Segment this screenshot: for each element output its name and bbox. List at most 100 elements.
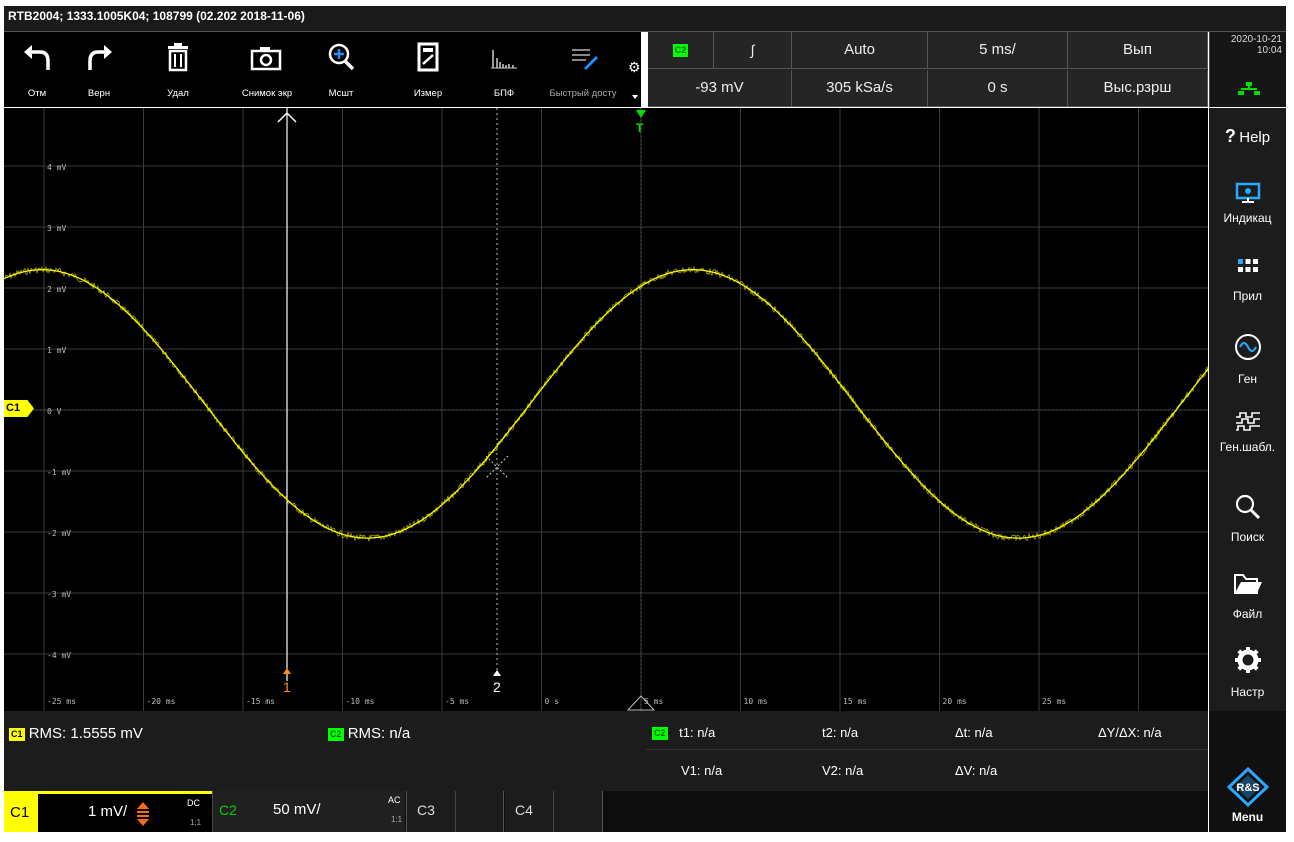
- toolbar-expand-icon[interactable]: [632, 95, 638, 99]
- c1-rms-measurement[interactable]: C1 RMS: 1.5555 mV: [9, 725, 143, 742]
- network-icon: [1238, 82, 1260, 95]
- cursor-source-badge: C2: [652, 727, 668, 741]
- x-axis-label: -25 ms: [47, 697, 76, 706]
- measurement-divider: [646, 749, 1208, 750]
- apps-button[interactable]: Прил: [1209, 258, 1286, 318]
- channel-c4-name: C4: [515, 802, 533, 818]
- title-bar: RTB2004; 1333.1005K04; 108799 (02.202 20…: [4, 6, 1286, 32]
- cursor-v1-value: V1: n/a: [681, 763, 723, 778]
- graticule: [4, 108, 1208, 711]
- channel-c2-tab[interactable]: C2 50 mV/ AC 1:1: [212, 791, 405, 832]
- display-icon: [1235, 182, 1260, 203]
- pattern-generator-icon: [1235, 412, 1260, 431]
- settings-button[interactable]: Настр: [1209, 646, 1286, 708]
- y-axis-label: 3 mV: [47, 224, 66, 233]
- cursor-t1-value: t1: n/a: [679, 725, 716, 740]
- generator-icon: [1234, 334, 1261, 360]
- help-label: Help: [1239, 129, 1271, 146]
- search-button[interactable]: Поиск: [1209, 493, 1286, 555]
- channel-c3-name: C3: [417, 802, 435, 818]
- file-button[interactable]: Файл: [1209, 570, 1286, 632]
- generator-button[interactable]: Ген: [1209, 333, 1286, 395]
- acquisition-panel: C2 ∫ -93 mV Auto 305 kSa/s 5 ms/ 0 s Вып…: [648, 32, 1208, 107]
- screenshot-button[interactable]: Снимок экр: [235, 32, 299, 107]
- pattern-generator-button[interactable]: Ген.шабл.: [1209, 411, 1286, 471]
- trigger-source-cell[interactable]: C2: [648, 32, 714, 69]
- channel-c1-probe: 1:1: [190, 818, 202, 827]
- cursor-1-bottom-marker[interactable]: [283, 668, 291, 674]
- gear-icon: [1234, 647, 1261, 673]
- x-axis-label: 5 ms: [644, 697, 663, 706]
- quick-access-icon: [572, 49, 598, 70]
- acquisition-mode-cell[interactable]: Выс.рзрш: [1068, 70, 1208, 107]
- cursor-dv-value: ΔV: n/a: [955, 763, 998, 778]
- quick-access-label: Быстрый досту: [549, 88, 617, 99]
- apps-icon: [1237, 259, 1258, 272]
- fft-button[interactable]: БПФ: [475, 32, 533, 107]
- file-label: Файл: [1232, 607, 1263, 621]
- trigger-source-badge: C2: [672, 43, 689, 57]
- channel-c4-slot: [553, 791, 554, 832]
- channel-c1-scale: 1 mV/: [88, 803, 128, 820]
- undo-label: Отм: [27, 88, 47, 99]
- delete-button[interactable]: Удал: [149, 32, 207, 107]
- right-sidebar: ? Help Индикац Прил Ген Ген.шабл. Поиск …: [1209, 108, 1286, 711]
- camera-icon: [250, 47, 282, 71]
- undo-button[interactable]: Отм: [8, 32, 66, 107]
- redo-icon: [88, 45, 112, 70]
- cursor-v2-value: V2: n/a: [822, 763, 864, 778]
- c2-rms-value: RMS: n/a: [347, 725, 411, 742]
- channel-c2-probe: 1:1: [391, 815, 403, 824]
- sample-rate-cell[interactable]: 305 kSa/s: [792, 70, 928, 107]
- channel-c4-tab[interactable]: C4: [505, 791, 603, 832]
- measure-button[interactable]: Измер: [399, 32, 457, 107]
- measure-icon: [417, 42, 439, 72]
- pattern-generator-label: Ген.шабл.: [1219, 440, 1276, 454]
- svg-text:R&S: R&S: [1236, 782, 1259, 794]
- timebase-cell[interactable]: 5 ms/: [928, 32, 1068, 69]
- channel-c2-scale: 50 mV/: [273, 801, 321, 818]
- cursor-dydx-value: ΔY/ΔX: n/a: [1098, 725, 1162, 740]
- menu-button[interactable]: R&S Menu: [1209, 766, 1286, 832]
- search-icon: [1235, 494, 1260, 520]
- c2-rms-measurement[interactable]: C2 RMS: n/a: [328, 725, 410, 742]
- fft-label: БПФ: [493, 88, 515, 99]
- trigger-level-cell[interactable]: -93 mV: [648, 70, 792, 107]
- trash-icon: [168, 43, 188, 72]
- channel-c3-tab[interactable]: C3: [406, 791, 504, 832]
- redo-button[interactable]: Верн: [70, 32, 128, 107]
- zoom-button[interactable]: Мсшт: [312, 32, 370, 107]
- channel-c1-tab[interactable]: C1 1 mV/ DC 1:1: [4, 791, 212, 832]
- channel-c2-coupling: AC: [388, 795, 401, 805]
- toolbar: Отм Верн Удал Снимок экр Мсшт Измер БПФ …: [4, 32, 641, 107]
- fft-icon: [491, 50, 517, 69]
- help-button[interactable]: ? Help: [1209, 126, 1286, 166]
- rising-edge-icon: ∫: [750, 42, 755, 58]
- horizontal-position-cell[interactable]: 0 s: [928, 70, 1068, 107]
- c1-waveform-noise: [4, 265, 1209, 542]
- zoom-icon: [328, 43, 355, 71]
- y-axis-label: -3 mV: [47, 590, 71, 599]
- generator-label: Ген: [1238, 372, 1257, 386]
- cursor-2-bottom-marker[interactable]: [493, 670, 501, 676]
- c1-rms-value: RMS: 1.5555 mV: [28, 725, 143, 742]
- trigger-position-marker[interactable]: [636, 110, 646, 118]
- toolbar-settings-icon[interactable]: ⚙: [628, 60, 642, 74]
- trigger-mode-cell[interactable]: Auto: [792, 32, 928, 69]
- y-axis-label: 2 mV: [47, 285, 66, 294]
- quick-access-button[interactable]: Быстрый досту: [540, 32, 626, 107]
- display-button[interactable]: Индикац: [1209, 182, 1286, 242]
- x-axis-label: 15 ms: [843, 697, 867, 706]
- cursor-measurement-t1[interactable]: C2 t1: n/a: [652, 725, 716, 741]
- scale-stepper-icon[interactable]: [135, 798, 151, 828]
- waveform-display[interactable]: 4 mV 3 mV 2 mV 1 mV 0 V -1 mV -2 mV -3 mV -4 mV -…: [3, 108, 1209, 721]
- redo-label: Верн: [87, 88, 111, 99]
- run-state-cell[interactable]: Вып: [1068, 32, 1208, 69]
- y-axis-label: 0 V: [47, 407, 62, 416]
- trigger-edge-cell[interactable]: ∫: [714, 32, 792, 69]
- rs-logo-icon: R&S: [1226, 766, 1269, 808]
- trigger-position-label: T: [636, 121, 644, 135]
- channel-c3-slot: [455, 791, 456, 832]
- cursor-2-label: 2: [493, 679, 501, 695]
- measurement-panel: C1 RMS: 1.5555 mV C2 RMS: n/a C2 t1: n/a…: [4, 711, 1208, 791]
